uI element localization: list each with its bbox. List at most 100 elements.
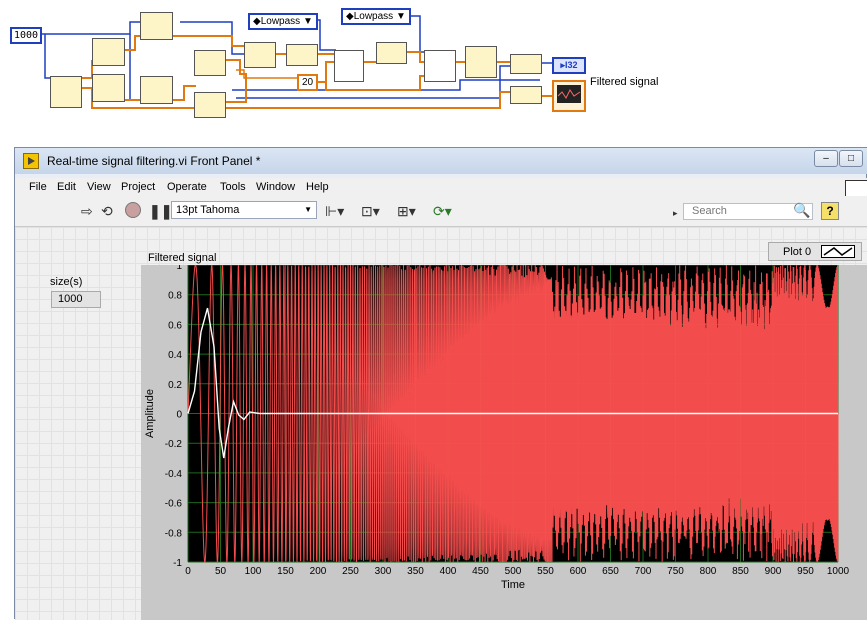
menu-window[interactable]: Window (256, 181, 295, 193)
bundle-node[interactable] (510, 86, 542, 104)
align-objects-icon[interactable]: ⊩▾ (325, 203, 344, 219)
menu-operate[interactable]: Operate (167, 181, 207, 193)
graph-label: Filtered signal (148, 252, 217, 264)
x-tick-label: 100 (245, 566, 262, 577)
filter-type-label-1: Lowpass (260, 16, 301, 27)
menu-file[interactable]: File (29, 181, 47, 193)
array-subset-node-1[interactable] (92, 38, 125, 66)
lowpass-filter-node-2[interactable] (424, 50, 456, 82)
y-tick-label: 0.2 (168, 380, 182, 391)
x-tick-label: 600 (570, 566, 587, 577)
x-tick-label: 550 (537, 566, 554, 577)
menu-edit[interactable]: Edit (57, 181, 76, 193)
front-panel-window: Real-time signal filtering.vi Front Pane… (14, 147, 867, 620)
font-select-value: 13pt Tahoma (176, 204, 240, 216)
x-tick-label: 1000 (827, 566, 850, 577)
x-tick-label: 50 (215, 566, 227, 577)
size-constant[interactable]: 1000 (10, 27, 43, 44)
toolbar: ⇨ ⟲ ❚❚ 13pt Tahoma ▼ ⊩▾ ⊡▾ ⊞▾ ⟳▾ ▸ Search… (15, 196, 867, 227)
run-continuously-icon[interactable]: ⟲ (101, 203, 113, 219)
context-help-button[interactable]: ? (821, 202, 839, 220)
y-axis-label: Amplitude (144, 389, 156, 438)
filter-type-enum-2[interactable]: ◆Lowpass ▼ (341, 8, 411, 25)
menu-tools[interactable]: Tools (220, 181, 246, 193)
vi-run-icon (23, 153, 39, 169)
x-tick-label: 700 (635, 566, 652, 577)
size-control[interactable]: 1000 (51, 291, 101, 308)
x-tick-label: 300 (375, 566, 392, 577)
y-tick-label: -0.6 (165, 499, 183, 510)
plot-svg: 0 50 100 150 200 250 300 350 400 450 500 550 600 650 7… (144, 265, 850, 591)
size-control-label: size(s) (50, 276, 83, 288)
search-icon[interactable]: 🔍 (793, 202, 810, 218)
x-tick-label: 500 (505, 566, 522, 577)
filter-type-label-2: Lowpass (353, 11, 394, 22)
chevron-down-icon: ▼ (304, 205, 312, 214)
x-tick-label: 750 (667, 566, 684, 577)
build-array-node[interactable] (140, 12, 173, 40)
x-tick-label: 800 (700, 566, 717, 577)
reshape-node-2[interactable] (376, 42, 407, 64)
y-tick-label: 1 (176, 265, 182, 272)
reshape-node[interactable] (286, 44, 318, 66)
menu-view[interactable]: View (87, 181, 111, 193)
maximize-button[interactable]: □ (839, 150, 863, 167)
legend-swatch (821, 245, 855, 258)
output-type-label: I32 (565, 60, 578, 70)
y-tick-label: 0.4 (168, 350, 182, 361)
decimate-node[interactable] (465, 46, 497, 78)
distribute-objects-icon[interactable]: ⊡▾ (361, 203, 380, 219)
lowpass-filter-node-1[interactable] (334, 50, 364, 82)
legend-label: Plot 0 (783, 246, 812, 258)
waveform-graph-icon (557, 85, 581, 103)
menu-bar: File Edit View Project Operate Tools Win… (15, 178, 867, 196)
x-tick-label: 400 (440, 566, 457, 577)
x-axis-label: Time (501, 579, 525, 591)
menu-help[interactable]: Help (306, 181, 329, 193)
plot-legend[interactable]: Plot 0 (768, 242, 862, 261)
array-size-node[interactable] (194, 92, 226, 118)
resize-objects-icon[interactable]: ⊞▾ (397, 203, 416, 219)
reorder-icon[interactable]: ⟳▾ (433, 203, 452, 219)
y-tick-label: -0.4 (165, 469, 183, 480)
abort-icon[interactable] (125, 202, 141, 218)
minimize-button[interactable]: – (814, 150, 838, 167)
x-tick-label: 0 (185, 566, 191, 577)
y-tick-label: -1 (173, 558, 182, 569)
index-array-node[interactable] (140, 76, 173, 104)
y-tick-label: 0 (176, 410, 182, 421)
to-waveform-node[interactable] (510, 54, 542, 74)
font-select[interactable]: 13pt Tahoma ▼ (171, 201, 317, 219)
block-diagram: 1000 20 ◆Lowpass ▼ ◆Lowpass ▼ ▸I32 Filte… (0, 0, 867, 140)
x-tick-label: 150 (277, 566, 294, 577)
x-tick-label: 250 (342, 566, 359, 577)
window-title: Real-time signal filtering.vi Front Pane… (47, 154, 261, 168)
concat-node[interactable] (244, 42, 276, 68)
front-panel: size(s) 1000 Filtered signal Plot 0 0 50 1… (15, 227, 867, 620)
y-tick-label: 0.6 (168, 320, 182, 331)
y-tick-label: 0.8 (168, 291, 182, 302)
graph-terminal-label: Filtered signal (590, 76, 659, 88)
graph-terminal-icon[interactable] (552, 80, 586, 112)
title-bar[interactable]: Real-time signal filtering.vi Front Pane… (15, 148, 867, 174)
x-tick-label: 950 (797, 566, 814, 577)
menu-project[interactable]: Project (121, 181, 155, 193)
y-tick-label: -0.2 (165, 439, 183, 450)
signal-generator-node[interactable] (50, 76, 82, 108)
i32-indicator[interactable]: ▸I32 (552, 57, 586, 74)
x-tick-label: 450 (472, 566, 489, 577)
x-tick-label: 350 (407, 566, 424, 577)
filter-type-enum-1[interactable]: ◆Lowpass ▼ (248, 13, 318, 30)
waveform-graph[interactable]: 0 50 100 150 200 250 300 350 400 450 500 550 600 650 7… (141, 265, 867, 620)
run-arrow-icon[interactable]: ⇨ (81, 203, 93, 219)
order-constant[interactable]: 20 (297, 74, 319, 91)
pause-icon[interactable]: ❚❚ (149, 203, 172, 219)
array-subset-node-2[interactable] (92, 74, 125, 102)
x-tick-label: 850 (732, 566, 749, 577)
x-tick-label: 650 (602, 566, 619, 577)
replace-subset-node[interactable] (194, 50, 226, 76)
x-tick-label: 200 (310, 566, 327, 577)
y-tick-label: -0.8 (165, 528, 183, 539)
x-tick-label: 900 (765, 566, 782, 577)
search-arrow-icon: ▸ (673, 208, 678, 218)
